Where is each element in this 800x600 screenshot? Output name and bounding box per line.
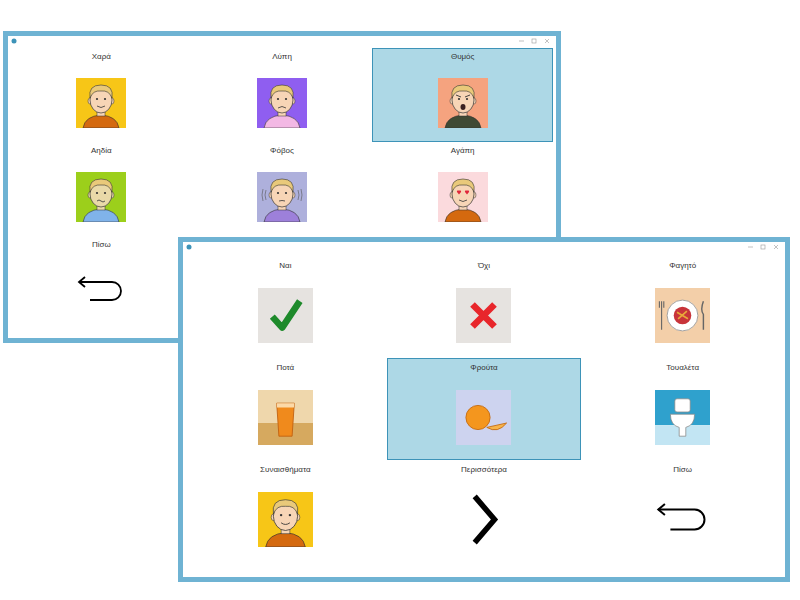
symbol-cell[interactable]: Περισσότερα <box>387 460 582 562</box>
back-arrow-icon <box>655 492 710 547</box>
symbol-cell[interactable]: Φρούτα <box>387 358 582 460</box>
symbol-cell[interactable]: Φόβος <box>192 142 373 236</box>
sadness-face-icon <box>257 78 307 128</box>
symbol-label: Θυμός <box>451 52 475 62</box>
symbol-label: Αηδία <box>91 146 112 156</box>
symbol-cell[interactable]: Φαγητό <box>585 256 780 358</box>
joy-face-icon <box>76 78 126 128</box>
symbol-cell[interactable]: Θυμός <box>372 48 553 142</box>
symbol-label: Πίσω <box>673 465 692 475</box>
love-face-icon <box>438 172 488 222</box>
symbol-cell[interactable]: Χαρά <box>11 48 192 142</box>
main-window: Ναι Όχι Φαγητό Ποτά Φρούτα Τουαλέτα Συναισθήμα… <box>178 237 790 582</box>
symbol-cell[interactable]: Συναισθήματα <box>188 460 383 562</box>
symbol-cell[interactable]: Αγάπη <box>372 142 553 236</box>
toilet-icon <box>655 390 710 445</box>
cross-icon <box>456 288 511 343</box>
symbol-cell[interactable]: Ναι <box>188 256 383 358</box>
symbol-cell[interactable]: Τουαλέτα <box>585 358 780 460</box>
symbol-grid: Ναι Όχι Φαγητό Ποτά Φρούτα Τουαλέτα Συναισθήμα… <box>183 252 785 562</box>
app-icon <box>11 38 17 44</box>
symbol-cell[interactable]: Πίσω <box>585 460 780 562</box>
check-icon <box>258 288 313 343</box>
title-bar <box>8 36 556 46</box>
title-bar <box>183 242 785 252</box>
symbol-cell[interactable]: Αηδία <box>11 142 192 236</box>
anger-face-icon <box>438 78 488 128</box>
symbol-label: Πίσω <box>92 240 111 250</box>
app-icon <box>186 244 192 250</box>
symbol-label: Τουαλέτα <box>666 363 699 373</box>
window-controls-icon[interactable] <box>746 244 782 250</box>
symbol-label: Συναισθήματα <box>260 465 310 475</box>
symbol-label: Λύπη <box>272 52 292 62</box>
symbol-label: Χαρά <box>92 52 111 62</box>
fear-face-icon <box>257 172 307 222</box>
symbol-label: Φόβος <box>270 146 294 156</box>
desktop: Χαρά Λύπη Θυμός Αηδία Φόβος Αγάπη Πίσω Ναι Όχι Φα… <box>0 0 800 600</box>
symbol-label: Αγάπη <box>451 146 475 156</box>
symbol-label: Φρούτα <box>470 363 497 373</box>
disgust-face-icon <box>76 172 126 222</box>
symbol-label: Όχι <box>478 261 490 271</box>
symbol-label: Ποτά <box>276 363 294 373</box>
symbol-label: Φαγητό <box>669 261 696 271</box>
emotions-face-icon <box>258 492 313 547</box>
symbol-cell[interactable]: Ποτά <box>188 358 383 460</box>
chevron-right-icon <box>456 492 511 547</box>
back-arrow-icon <box>76 266 126 316</box>
symbol-cell[interactable]: Λύπη <box>192 48 373 142</box>
plate-icon <box>655 288 710 343</box>
symbol-cell[interactable]: Πίσω <box>11 236 192 330</box>
symbol-label: Ναι <box>279 261 291 271</box>
symbol-cell[interactable]: Όχι <box>387 256 582 358</box>
window-controls-icon[interactable] <box>517 38 553 44</box>
juice-icon <box>258 390 313 445</box>
symbol-label: Περισσότερα <box>461 465 507 475</box>
orange-icon <box>456 390 511 445</box>
